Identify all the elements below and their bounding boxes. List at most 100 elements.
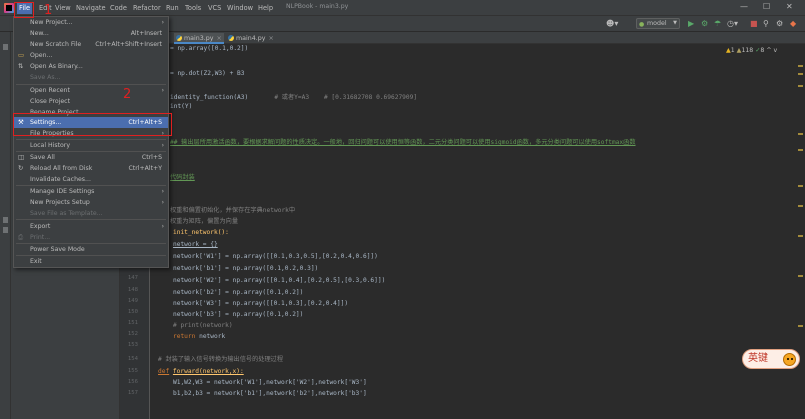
maximize-button[interactable]: ☐: [763, 2, 770, 11]
menu-item-save-all[interactable]: ◫ Save All Ctrl+S: [14, 152, 168, 163]
code-line: network['b3'] = np.array([0.1,0.2]): [173, 311, 304, 318]
code-line: W1,W2,W3 = network['W1'],network['W2'],n…: [173, 379, 367, 386]
inspection-nav-icon[interactable]: ^ v: [766, 47, 777, 54]
run-config-select[interactable]: ● model ▼: [636, 18, 680, 29]
settings-icon[interactable]: ⚙: [776, 19, 783, 29]
line-number: 157: [127, 390, 138, 396]
code-line: network['W3'] = np.array([[0.1,0.3],[0.2…: [173, 300, 349, 307]
code-comment: 权重和偏置初始化，并保存在字典network中: [170, 207, 296, 214]
scroll-marker: [798, 325, 803, 327]
menu-item-invalidate-caches[interactable]: Invalidate Caches...: [14, 174, 168, 185]
scroll-marker: [798, 149, 803, 151]
menu-item-manage-ide-settings[interactable]: Manage IDE Settings ›: [14, 186, 168, 197]
line-number: 156: [127, 379, 138, 385]
annotation-step-2: 2: [123, 87, 132, 102]
menu-item-save-as-template: Save File as Template...: [30, 210, 103, 217]
code-line: = np.array([0.1,0.2]): [170, 45, 249, 52]
coverage-icon[interactable]: ☂: [714, 19, 721, 29]
code-line: b1,b2,b3 = network['b1'],network['b2'],n…: [173, 390, 367, 397]
tab-main3[interactable]: main3.py ×: [174, 33, 224, 44]
project-tool-icon[interactable]: [3, 44, 8, 50]
debug-icon[interactable]: ⚙: [701, 19, 708, 29]
menu-item-new-project[interactable]: New Project... ›: [14, 17, 168, 28]
menu-item-local-history[interactable]: Local History ›: [14, 140, 168, 151]
structure-tool-icon[interactable]: [3, 217, 8, 223]
menu-refactor[interactable]: Refactor: [131, 3, 163, 14]
bookmarks-tool-icon[interactable]: [3, 227, 8, 233]
code-line: return network: [173, 333, 226, 340]
menu-item-reload-all[interactable]: ↻ Reload All from Disk Ctrl+Alt+Y: [14, 163, 168, 174]
inspection-widget[interactable]: ▲1 ▲118 ✓8 ^ v: [726, 47, 777, 54]
menu-navigate[interactable]: Navigate: [74, 3, 108, 14]
annotation-step-1: 1: [44, 3, 53, 18]
code-comment: 权重为矩阵，偏置为向量: [170, 218, 239, 225]
menu-item-export[interactable]: Export ›: [14, 221, 168, 232]
menu-tools[interactable]: Tools: [183, 3, 203, 14]
menu-item-print: ⎙ Print...: [18, 233, 51, 241]
menu-help[interactable]: Help: [256, 3, 275, 14]
code-line: network['W1'] = np.array([[0.1,0.3,0.5],…: [173, 253, 378, 260]
menu-item-save-as: Save As...: [30, 74, 61, 81]
run-icon[interactable]: ▶: [688, 19, 694, 29]
scroll-marker: [798, 235, 803, 237]
code-line: network = {}: [173, 241, 218, 248]
menu-vcs[interactable]: VCS: [206, 3, 223, 14]
code-comment: 代码封装: [170, 174, 195, 181]
folder-icon: ▭: [18, 51, 25, 59]
menu-item-open[interactable]: ▭ Open...: [14, 50, 168, 61]
scroll-marker: [798, 185, 803, 187]
line-number: 150: [127, 309, 138, 315]
code-comment: # print(network): [173, 322, 233, 329]
reload-icon: ↻: [18, 164, 24, 172]
menu-item-open-recent[interactable]: Open Recent ›: [14, 85, 168, 96]
tab-label: main3.py: [184, 35, 214, 42]
profile-run-icon[interactable]: ◷▾: [727, 19, 738, 29]
jetbrains-icon[interactable]: ◆: [790, 19, 796, 29]
menu-item-open-as-binary[interactable]: ⇅ Open As Binary...: [14, 61, 168, 72]
search-icon[interactable]: ⚲: [763, 19, 769, 29]
print-icon: ⎙: [18, 233, 24, 241]
save-icon: ◫: [18, 153, 25, 161]
menu-item-power-save-mode[interactable]: Power Save Mode: [14, 244, 168, 255]
menu-code[interactable]: Code: [108, 3, 129, 14]
menu-run[interactable]: Run: [164, 3, 181, 14]
scroll-marker: [798, 133, 803, 135]
watermark-text: 英键: [748, 353, 768, 364]
smiley-face-icon: [783, 353, 796, 366]
line-number: 149: [127, 298, 138, 304]
close-window-button[interactable]: ✕: [786, 2, 793, 11]
scroll-marker: [798, 85, 803, 87]
scroll-marker: [798, 205, 803, 207]
stop-icon[interactable]: ■: [750, 19, 758, 29]
minimize-button[interactable]: —: [740, 2, 748, 11]
close-icon[interactable]: ×: [216, 35, 221, 42]
menu-bar: File Edit View Navigate Code Refactor Ru…: [0, 0, 805, 16]
line-number: 148: [127, 287, 138, 293]
menu-item-new-scratch-file[interactable]: New Scratch File Ctrl+Alt+Shift+Insert: [14, 39, 168, 50]
scroll-marker: [798, 73, 803, 75]
menu-item-new-projects-setup[interactable]: New Projects Setup ›: [14, 197, 168, 208]
file-menu-dropdown: New Project... › New... Alt+Insert New Scr…: [13, 16, 169, 268]
tab-main4[interactable]: main4.py ×: [226, 33, 276, 44]
code-line: int(Y): [170, 103, 193, 110]
window-title: NLPBook - main3.py: [286, 3, 349, 10]
menu-item-new[interactable]: New... Alt+Insert: [14, 28, 168, 39]
code-comment: # 封装了输入信号转换为输出信号的处理过程: [158, 356, 284, 363]
python-file-icon: [228, 35, 234, 41]
menu-item-exit[interactable]: Exit: [14, 256, 168, 267]
python-file-icon: [176, 35, 182, 41]
menu-item-close-project[interactable]: Close Project: [14, 96, 168, 107]
code-line: = np.dot(Z2,W3) + B3: [170, 70, 245, 77]
line-number: 154: [127, 356, 138, 362]
line-number: 155: [127, 368, 138, 374]
watermark-badge: 英键: [742, 349, 800, 369]
code-comment: ## 输出层所用激活函数，要根据求解问题的性质决定。一般地，回归问题可以使用恒等…: [170, 139, 636, 146]
scroll-marker: [798, 275, 803, 277]
left-tool-strip: [0, 32, 11, 419]
user-icon[interactable]: ☻▾: [606, 19, 618, 28]
close-icon[interactable]: ×: [268, 35, 273, 42]
menu-window[interactable]: Window: [225, 3, 255, 14]
menu-view[interactable]: View: [53, 3, 73, 14]
line-number: 151: [127, 320, 138, 326]
scroll-marker: [798, 65, 803, 67]
